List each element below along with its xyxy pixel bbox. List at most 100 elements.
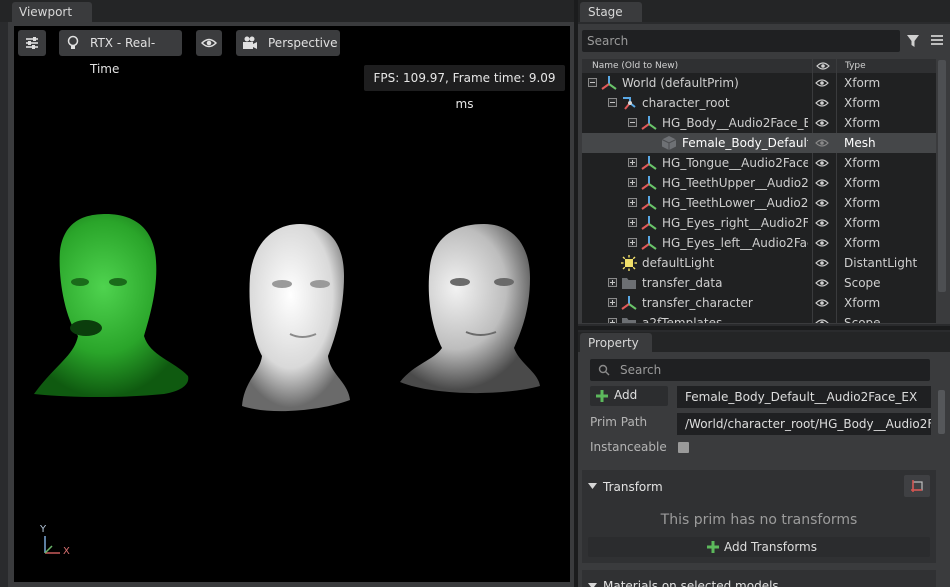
expand-icon[interactable] xyxy=(628,198,637,207)
collapse-icon[interactable] xyxy=(628,118,637,127)
collapse-icon[interactable] xyxy=(608,98,617,107)
collapse-arrow-icon[interactable] xyxy=(588,582,597,587)
visibility-column-eye-icon[interactable] xyxy=(816,61,830,71)
stage-tree-row[interactable]: HG_Tongue__Audio2Face_E Xform xyxy=(582,153,936,173)
stage-row-name: HG_TeethUpper__Audio2Fa xyxy=(662,176,808,190)
prim-name-field[interactable]: Female_Body_Default__Audio2Face_EX xyxy=(677,386,931,408)
green-head-model[interactable] xyxy=(34,214,189,397)
column-type-header[interactable]: Type xyxy=(845,59,866,73)
viewport-canvas[interactable] xyxy=(14,26,570,582)
visibility-eye-icon[interactable] xyxy=(815,158,829,168)
stage-row-type: Xform xyxy=(844,216,881,230)
stage-tree-row[interactable]: defaultLight DistantLight xyxy=(582,253,936,273)
stage-row-name: World (defaultPrim) xyxy=(622,76,739,90)
stage-tree-row[interactable]: Female_Body_Default__ Mesh xyxy=(582,133,936,153)
viewport-scene[interactable] xyxy=(14,26,570,582)
camera-icon xyxy=(243,36,257,49)
expand-icon[interactable] xyxy=(628,238,637,247)
expand-icon[interactable] xyxy=(628,218,637,227)
visibility-button[interactable] xyxy=(196,30,222,56)
visibility-eye-icon[interactable] xyxy=(815,318,829,323)
search-icon xyxy=(598,364,610,376)
tab-stage[interactable]: Stage xyxy=(580,2,642,22)
property-search-input[interactable]: Search xyxy=(590,359,930,381)
stage-tree-row[interactable]: transfer_data Scope xyxy=(582,273,936,293)
tab-property[interactable]: Property xyxy=(580,333,652,352)
stage-row-type: Xform xyxy=(844,116,881,130)
add-transforms-button[interactable]: Add Transforms xyxy=(588,537,930,557)
fps-readout: FPS: 109.97, Frame time: 9.09 ms xyxy=(364,65,565,111)
gray-head-model[interactable] xyxy=(400,224,540,394)
stage-row-name: HG_TeethLower__Audio2Fa xyxy=(662,196,808,210)
stage-tree-row[interactable]: HG_Eyes_right__Audio2Fac Xform xyxy=(582,213,936,233)
stage-row-name: character_root xyxy=(642,96,730,110)
stage-row-type: Xform xyxy=(844,76,881,90)
stage-tree-row[interactable]: World (defaultPrim) Xform xyxy=(582,73,936,93)
visibility-eye-icon[interactable] xyxy=(815,78,829,88)
visibility-eye-icon[interactable] xyxy=(815,298,829,308)
stage-scrollbar[interactable] xyxy=(938,60,946,292)
visibility-eye-icon[interactable] xyxy=(815,238,829,248)
transform-section-title[interactable]: Transform xyxy=(603,480,663,494)
stage-row-type: Mesh xyxy=(844,136,876,150)
visibility-eye-icon[interactable] xyxy=(815,178,829,188)
collapse-icon[interactable] xyxy=(588,78,597,87)
transform-options-button[interactable] xyxy=(904,475,930,497)
xform-icon xyxy=(641,155,657,171)
column-name-header[interactable]: Name (Old to New) xyxy=(592,59,678,73)
folder-icon xyxy=(621,315,637,323)
tab-viewport[interactable]: Viewport xyxy=(12,2,92,22)
add-transforms-label: Add Transforms xyxy=(724,540,817,554)
materials-section: Materials on selected models xyxy=(582,570,936,587)
add-button[interactable]: Add xyxy=(590,386,668,406)
filter-icon[interactable] xyxy=(906,33,922,49)
collapse-arrow-icon[interactable] xyxy=(588,482,597,491)
viewport-settings-button[interactable] xyxy=(18,30,46,56)
no-transforms-message: This prim has no transforms xyxy=(660,512,858,528)
stage-row-name: a2fTemplates xyxy=(642,316,723,323)
stage-row-name: transfer_data xyxy=(642,276,723,290)
expand-icon[interactable] xyxy=(628,158,637,167)
stage-tree-row[interactable]: HG_Eyes_left__Audio2Face_ Xform xyxy=(582,233,936,253)
stage-row-name: Female_Body_Default__ xyxy=(682,136,808,150)
stage-tree-row[interactable]: HG_TeethUpper__Audio2Fa Xform xyxy=(582,173,936,193)
expand-icon[interactable] xyxy=(608,278,617,287)
stage-tree-row[interactable]: transfer_character Xform xyxy=(582,293,936,313)
stage-tree-row[interactable]: a2fTemplates Scope xyxy=(582,313,936,323)
menu-icon[interactable] xyxy=(930,33,944,47)
visibility-eye-icon[interactable] xyxy=(815,138,829,148)
visibility-eye-icon[interactable] xyxy=(815,118,829,128)
camera-button[interactable]: Perspective xyxy=(236,30,340,56)
stage-row-name: transfer_character xyxy=(642,296,753,310)
materials-section-title[interactable]: Materials on selected models xyxy=(603,579,779,587)
stage-tree-row[interactable]: HG_TeethLower__Audio2Fa Xform xyxy=(582,193,936,213)
settings-sliders-icon xyxy=(26,37,38,49)
stage-tree-header: Name (Old to New) Type xyxy=(582,59,936,73)
stage-row-type: Scope xyxy=(844,276,881,290)
property-scrollbar[interactable] xyxy=(938,390,945,434)
renderer-button[interactable]: RTX - Real-Time xyxy=(59,30,182,76)
folder-icon xyxy=(621,275,637,291)
axis-gizmo: Y X xyxy=(36,524,80,560)
expand-icon[interactable] xyxy=(608,318,617,323)
stage-row-type: Xform xyxy=(844,176,881,190)
prim-path-label: Prim Path xyxy=(590,415,648,429)
instanceable-checkbox[interactable] xyxy=(678,442,689,453)
visibility-eye-icon[interactable] xyxy=(815,98,829,108)
expand-icon[interactable] xyxy=(628,178,637,187)
stage-tree-row[interactable]: character_root Xform xyxy=(582,93,936,113)
expand-icon[interactable] xyxy=(608,298,617,307)
white-head-model[interactable] xyxy=(242,224,350,412)
visibility-eye-icon[interactable] xyxy=(815,278,829,288)
stage-search-input[interactable]: Search xyxy=(582,30,900,52)
stage-tree-row[interactable]: HG_Body__Audio2Face_EX Xform xyxy=(582,113,936,133)
lightbulb-icon xyxy=(67,35,79,49)
visibility-eye-icon[interactable] xyxy=(815,198,829,208)
visibility-eye-icon[interactable] xyxy=(815,258,829,268)
prim-path-field[interactable]: /World/character_root/HG_Body__Audio2Fac… xyxy=(677,413,931,435)
stage-row-name: HG_Eyes_left__Audio2Face_ xyxy=(662,236,808,250)
light-icon xyxy=(621,255,637,271)
visibility-eye-icon[interactable] xyxy=(815,218,829,228)
panel-horizontal-divider[interactable] xyxy=(578,326,950,330)
stage-tree[interactable]: Name (Old to New) Type World (defaultPri… xyxy=(582,59,936,323)
